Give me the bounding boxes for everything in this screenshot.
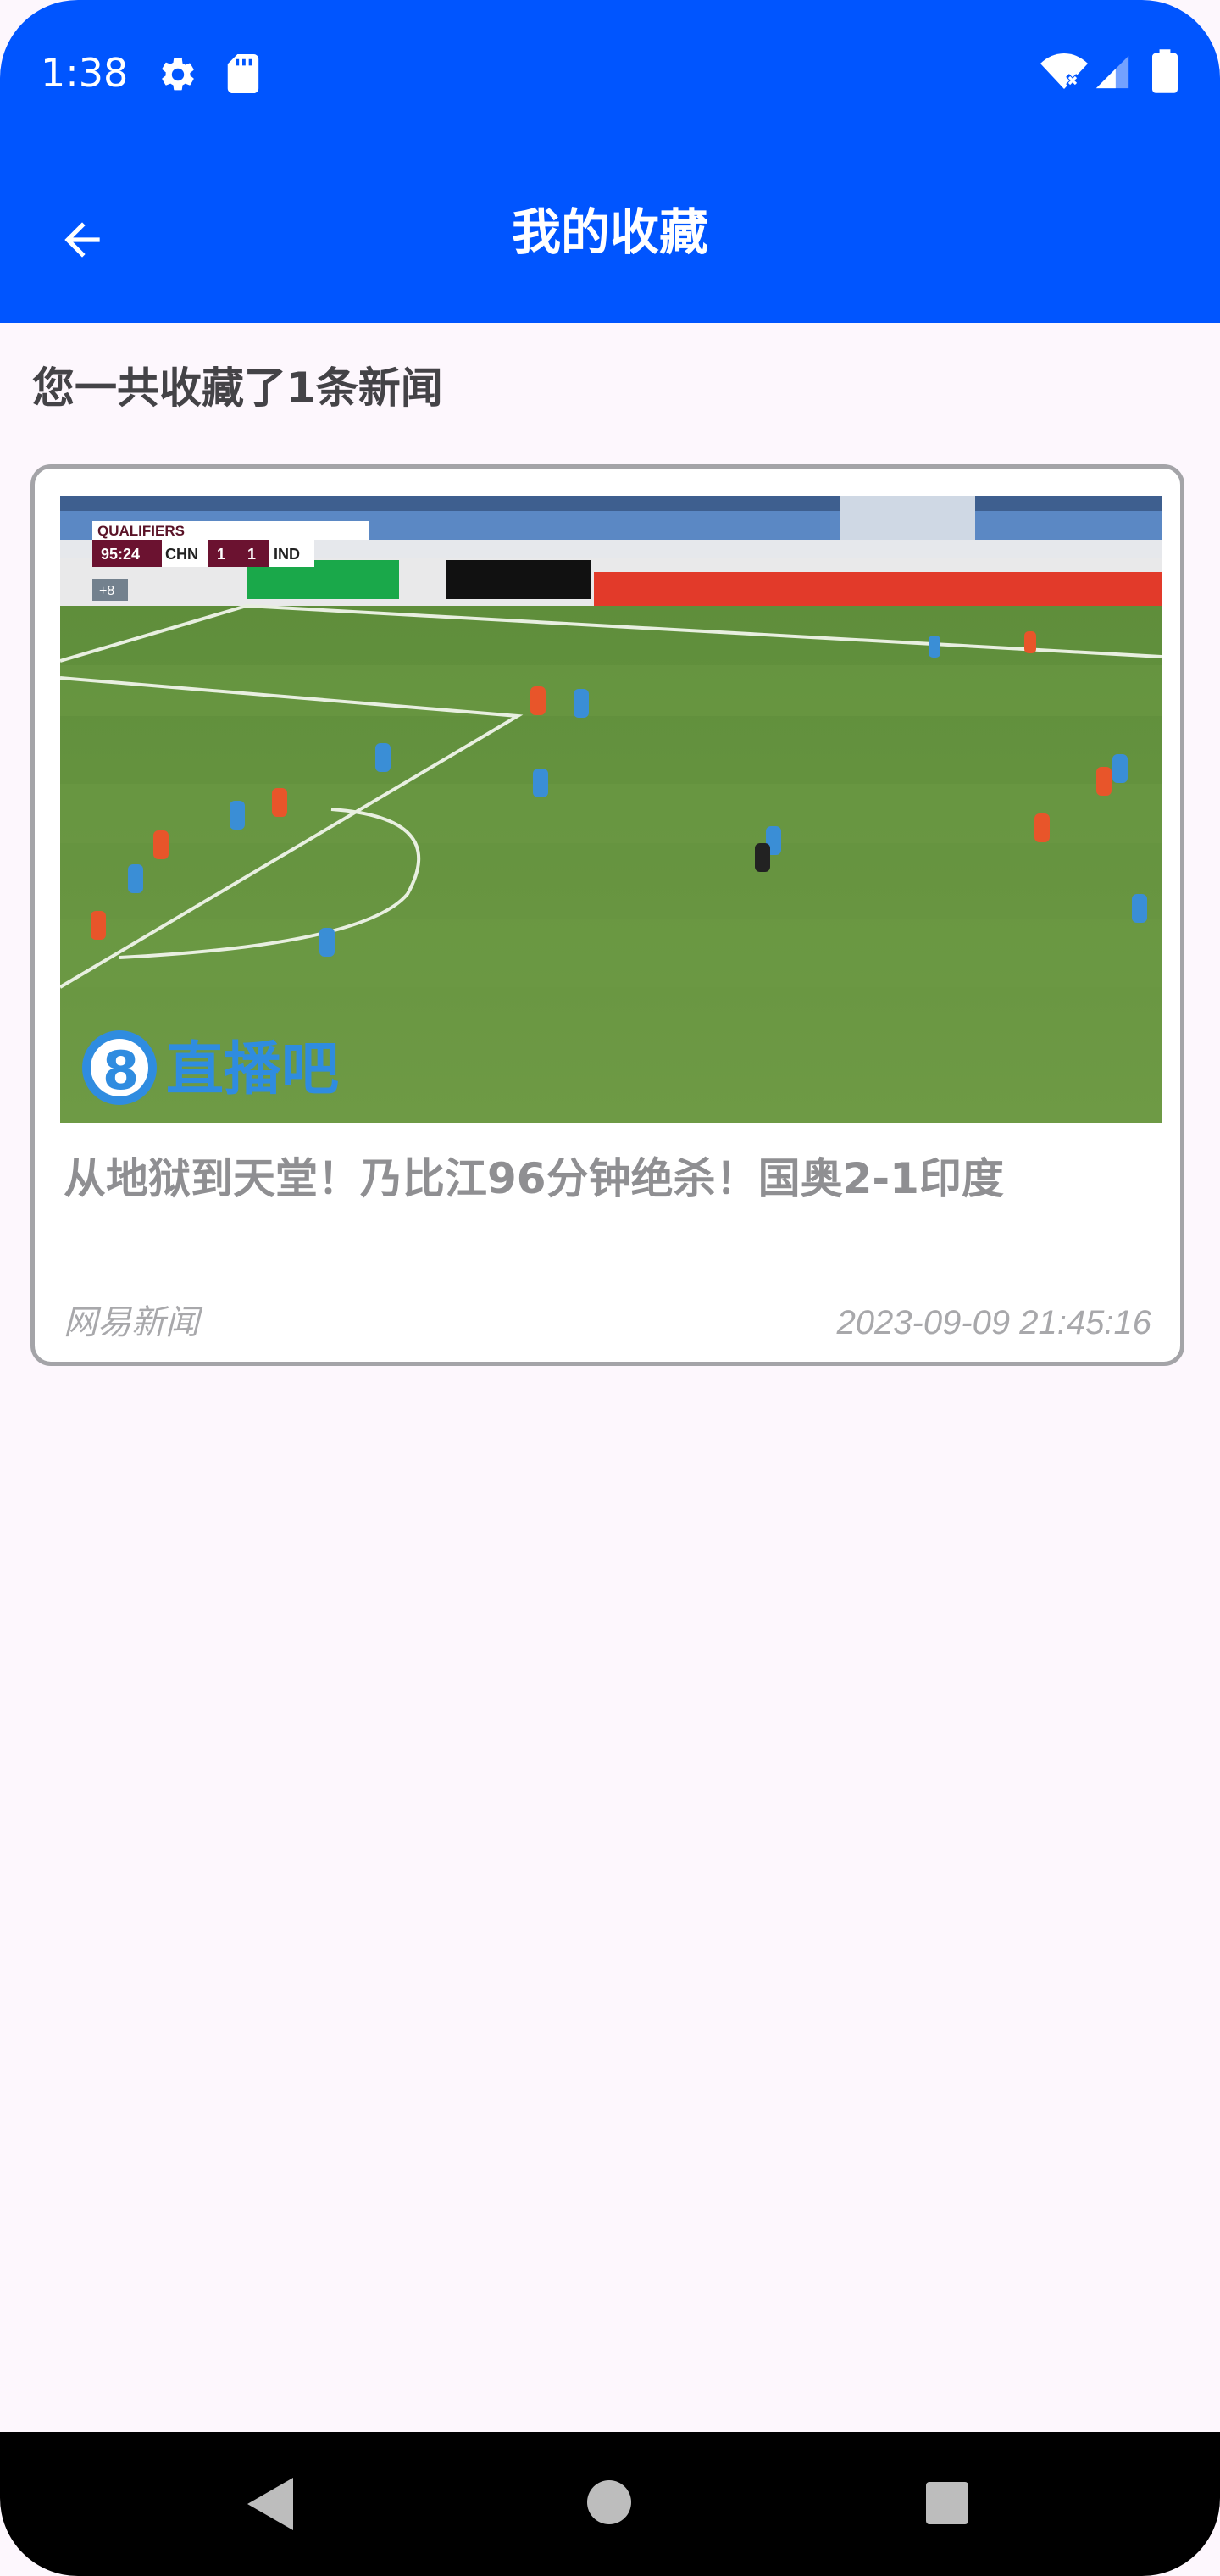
top-bar: 1:38 我的收藏	[0, 0, 1220, 323]
scoreboard-home-score: 1	[217, 546, 225, 563]
news-title: 从地狱到天堂！乃比江96分钟绝杀！国奥2-1印度	[64, 1154, 1004, 1203]
nav-home-button[interactable]	[586, 2479, 632, 2525]
wifi-icon	[1040, 53, 1088, 89]
favorite-news-card[interactable]: QUALIFIERS 95:24 CHN 1 1 IND +8 8 直播吧 从地…	[30, 464, 1184, 1366]
scoreboard-label: QUALIFIERS	[97, 523, 185, 539]
scoreboard-away-team: IND	[274, 546, 300, 563]
news-datetime: 2023-09-09 21:45:16	[836, 1304, 1151, 1341]
page-title: 我的收藏	[511, 203, 708, 261]
status-bar: 1:38	[0, 0, 1220, 149]
nav-back-button[interactable]	[242, 2474, 297, 2534]
sd-card-icon	[227, 54, 259, 93]
news-source: 网易新闻	[64, 1303, 199, 1342]
favorites-count-summary: 您一共收藏了1条新闻	[32, 364, 443, 413]
status-time: 1:38	[41, 50, 129, 96]
news-thumbnail: QUALIFIERS 95:24 CHN 1 1 IND +8 8 直播吧	[60, 496, 1162, 1123]
watermark-text: 直播吧	[166, 1036, 339, 1103]
nav-recents-button[interactable]	[925, 2481, 969, 2525]
app-bar: 我的收藏	[0, 149, 1220, 323]
scoreboard-added-time: +8	[99, 584, 114, 598]
signal-icon	[1095, 55, 1129, 89]
football-match-image: QUALIFIERS 95:24 CHN 1 1 IND +8 8 直播吧	[60, 496, 1162, 1123]
scoreboard-away-score: 1	[247, 546, 256, 563]
settings-icon	[162, 57, 194, 91]
navigation-bar	[0, 2432, 1220, 2576]
scoreboard-match-time: 95:24	[101, 546, 140, 563]
scoreboard-home-team: CHN	[165, 546, 198, 563]
battery-icon	[1152, 49, 1178, 93]
watermark-digit: 8	[103, 1040, 139, 1102]
